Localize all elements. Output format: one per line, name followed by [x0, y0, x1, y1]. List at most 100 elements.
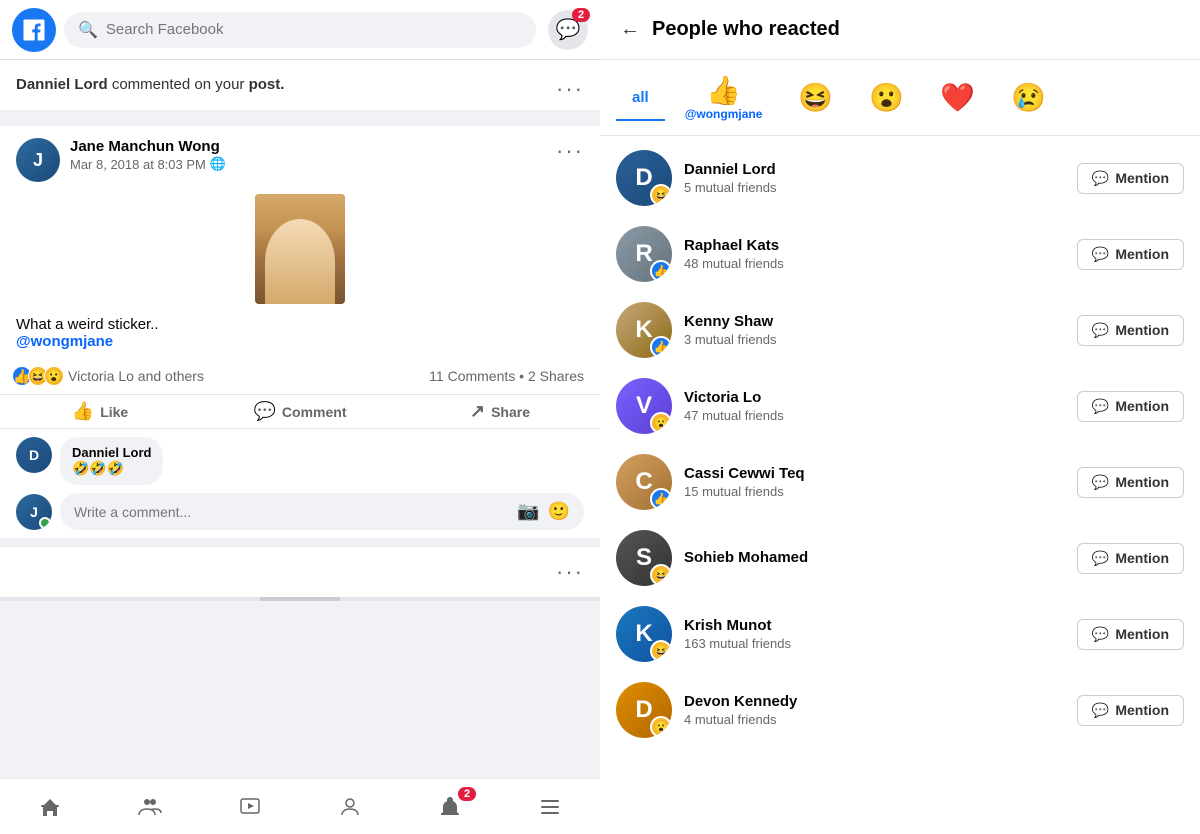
mention-button-7[interactable]: 💬 Mention [1077, 695, 1184, 726]
tab-heart[interactable]: ❤️ [924, 75, 991, 120]
post-text: What a weird sticker.. @wongmjane [16, 308, 584, 354]
mention-button-3[interactable]: 💬 Mention [1077, 391, 1184, 422]
person-mutual-1: 48 mutual friends [684, 256, 1065, 271]
comment-author-avatar: D [16, 437, 52, 473]
person-name-2[interactable]: Kenny Shaw [684, 313, 1065, 330]
person-info-4: Cassi Cewwi Teq 15 mutual friends [684, 465, 1065, 499]
reaction-tabs: all 👍 @wongmjane 😆 😮 ❤️ 😢 [600, 60, 1200, 136]
post-author-avatar[interactable]: J [16, 138, 60, 182]
scroll-indicator [0, 597, 600, 601]
person-avatar-5[interactable]: S 😆 [616, 530, 672, 586]
mention-button-5[interactable]: 💬 Mention [1077, 543, 1184, 574]
like-button[interactable]: 👍 Like [0, 395, 200, 428]
notification-bar: ··· Danniel Lord commented on your post. [0, 60, 600, 118]
camera-icon[interactable]: 📷 [517, 501, 539, 522]
nav-home[interactable] [26, 789, 74, 825]
nav-watch[interactable] [226, 789, 274, 825]
person-name-1[interactable]: Raphael Kats [684, 237, 1065, 254]
reaction-summary[interactable]: 👍 😆 😮 Victoria Lo and others [16, 366, 204, 386]
reaction-badge-0: 😆 [650, 184, 672, 206]
tab-sad[interactable]: 😢 [995, 75, 1062, 120]
nav-menu[interactable] [526, 789, 574, 825]
post-more-button[interactable]: ··· [556, 138, 584, 164]
nav-friends[interactable] [126, 789, 174, 825]
tab-all[interactable]: all [616, 83, 665, 112]
mention-button-4[interactable]: 💬 Mention [1077, 467, 1184, 498]
globe-icon: 🌐 [210, 156, 226, 172]
comment-input-wrap[interactable]: 📷 🙂 [60, 493, 584, 530]
bottom-more-button[interactable]: ··· [556, 559, 584, 585]
action-buttons: 👍 Like 💬 Comment ↗ Share [0, 394, 600, 429]
reactions-label: Victoria Lo and others [68, 368, 204, 384]
person-avatar-4[interactable]: C 👍 [616, 454, 672, 510]
back-button[interactable]: ← [620, 18, 640, 41]
person-row: D 😮 Devon Kennedy 4 mutual friends 💬 Men… [600, 672, 1200, 748]
share-button[interactable]: ↗ Share [400, 395, 600, 428]
mention-icon-1: 💬 [1092, 246, 1109, 263]
right-title: People who reacted [652, 18, 840, 41]
reaction-badge-3: 😮 [650, 412, 672, 434]
notification-more-button[interactable]: ··· [556, 76, 584, 102]
post-mention[interactable]: @wongmjane [16, 333, 113, 350]
tab-like[interactable]: 👍 @wongmjane [669, 68, 779, 127]
person-mutual-2: 3 mutual friends [684, 332, 1065, 347]
current-user-avatar: J [16, 494, 52, 530]
person-avatar-3[interactable]: V 😮 [616, 378, 672, 434]
mention-button-1[interactable]: 💬 Mention [1077, 239, 1184, 270]
tab-wow[interactable]: 😮 [853, 75, 920, 120]
reaction-badge-6: 😆 [650, 640, 672, 662]
person-mutual-0: 5 mutual friends [684, 180, 1065, 195]
person-name-3[interactable]: Victoria Lo [684, 389, 1065, 406]
mention-icon-0: 💬 [1092, 170, 1109, 187]
comment-bubble: Danniel Lord 🤣🤣🤣 [60, 437, 163, 485]
person-row: R 👍 Raphael Kats 48 mutual friends 💬 Men… [600, 216, 1200, 292]
reaction-badge-7: 😮 [650, 716, 672, 738]
messenger-badge: 2 [572, 8, 590, 22]
person-avatar-0[interactable]: D 😆 [616, 150, 672, 206]
person-mutual-6: 163 mutual friends [684, 636, 1065, 651]
person-name-5[interactable]: Sohieb Mohamed [684, 549, 1065, 566]
notification-text: Danniel Lord commented on your post. [16, 76, 284, 93]
person-row: K 👍 Kenny Shaw 3 mutual friends 💬 Mentio… [600, 292, 1200, 368]
mention-icon-6: 💬 [1092, 626, 1109, 643]
mention-button-2[interactable]: 💬 Mention [1077, 315, 1184, 346]
person-name-0[interactable]: Danniel Lord [684, 161, 1065, 178]
mention-icon-3: 💬 [1092, 398, 1109, 415]
person-row: C 👍 Cassi Cewwi Teq 15 mutual friends 💬 … [600, 444, 1200, 520]
comment-input[interactable] [74, 504, 517, 520]
nav-profile[interactable] [326, 789, 374, 825]
person-mutual-3: 47 mutual friends [684, 408, 1065, 423]
search-input[interactable] [106, 21, 522, 38]
tab-haha[interactable]: 😆 [782, 75, 849, 120]
person-info-7: Devon Kennedy 4 mutual friends [684, 693, 1065, 727]
comment-item: D Danniel Lord 🤣🤣🤣 [16, 437, 584, 485]
comments-shares[interactable]: 11 Comments • 2 Shares [429, 368, 584, 384]
people-list: D 😆 Danniel Lord 5 mutual friends 💬 Ment… [600, 136, 1200, 834]
person-avatar-7[interactable]: D 😮 [616, 682, 672, 738]
facebook-logo [12, 8, 56, 52]
notification-badge: 2 [458, 787, 476, 801]
person-avatar-6[interactable]: K 😆 [616, 606, 672, 662]
person-row: V 😮 Victoria Lo 47 mutual friends 💬 Ment… [600, 368, 1200, 444]
nav-notifications[interactable]: 2 [426, 789, 474, 825]
post-card: J Jane Manchun Wong Mar 8, 2018 at 8:03 … [0, 126, 600, 538]
person-avatar-1[interactable]: R 👍 [616, 226, 672, 282]
comment-input-row: J 📷 🙂 [16, 493, 584, 530]
person-mutual-7: 4 mutual friends [684, 712, 1065, 727]
mention-icon-7: 💬 [1092, 702, 1109, 719]
search-box[interactable]: 🔍 [64, 12, 536, 48]
mention-button-6[interactable]: 💬 Mention [1077, 619, 1184, 650]
mention-button-0[interactable]: 💬 Mention [1077, 163, 1184, 194]
comments-section: D Danniel Lord 🤣🤣🤣 J � [0, 429, 600, 538]
person-name-6[interactable]: Krish Munot [684, 617, 1065, 634]
person-avatar-2[interactable]: K 👍 [616, 302, 672, 358]
messenger-button[interactable]: 💬 2 [548, 10, 588, 50]
person-name-4[interactable]: Cassi Cewwi Teq [684, 465, 1065, 482]
person-name-7[interactable]: Devon Kennedy [684, 693, 1065, 710]
emoji-icon[interactable]: 🙂 [548, 501, 570, 522]
right-panel: ← People who reacted all 👍 @wongmjane 😆 … [600, 0, 1200, 834]
reaction-emojis: 👍 😆 😮 [16, 366, 64, 386]
comment-button[interactable]: 💬 Comment [200, 395, 400, 428]
person-row: K 😆 Krish Munot 163 mutual friends 💬 Men… [600, 596, 1200, 672]
post-author-name[interactable]: Jane Manchun Wong [70, 138, 556, 155]
